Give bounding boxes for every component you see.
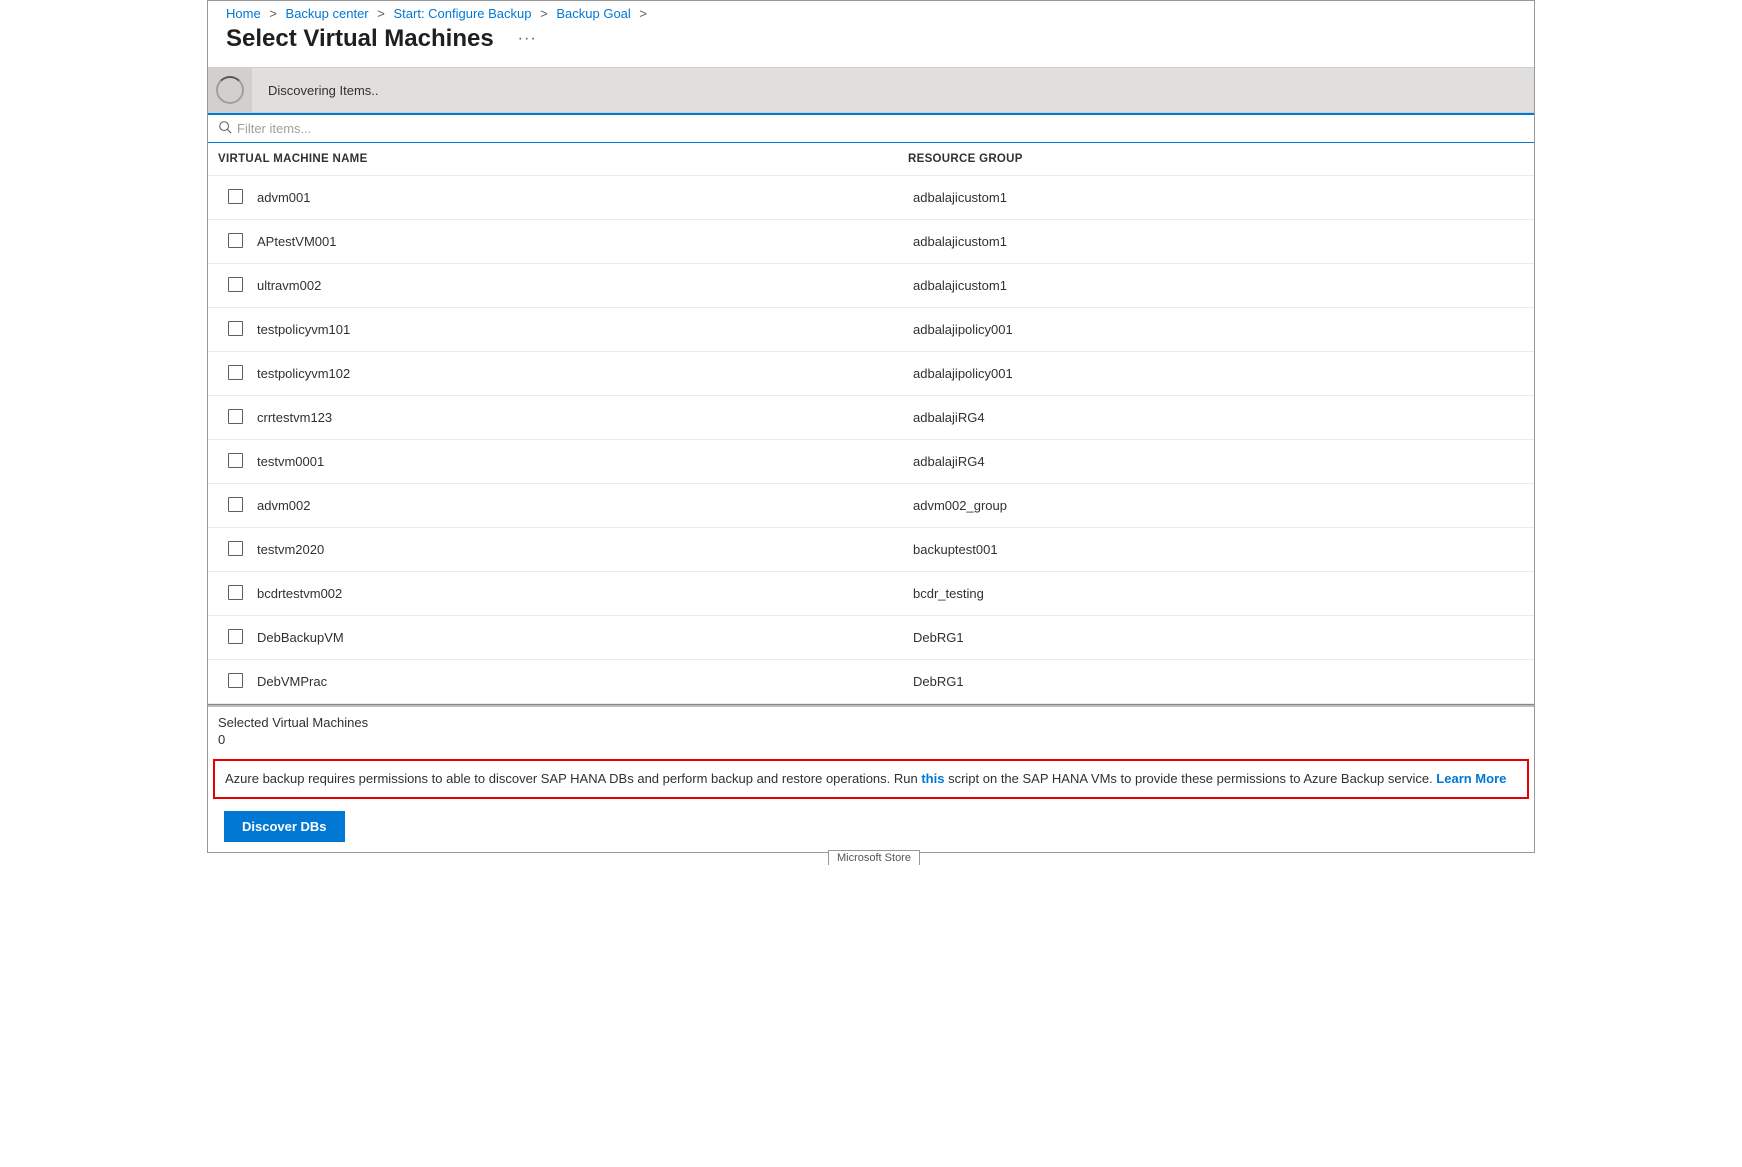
vm-name-cell: ultravm002 [257, 278, 913, 293]
resource-group-cell: adbalajiRG4 [913, 454, 1534, 469]
status-bar: Discovering Items.. [208, 67, 1534, 113]
breadcrumb-configure-backup[interactable]: Start: Configure Backup [393, 6, 531, 21]
filter-row [208, 113, 1534, 143]
discover-dbs-button[interactable]: Discover DBs [224, 811, 345, 842]
script-link[interactable]: this [921, 771, 944, 786]
page-title: Select Virtual Machines [226, 25, 494, 53]
filter-items-input[interactable] [237, 121, 1524, 136]
table-row[interactable]: APtestVM001adbalajicustom1 [208, 220, 1534, 264]
row-checkbox[interactable] [228, 453, 243, 471]
breadcrumb: Home > Backup center > Start: Configure … [208, 1, 1534, 21]
vm-name-cell: advm002 [257, 498, 913, 513]
row-checkbox[interactable] [228, 629, 243, 647]
row-checkbox[interactable] [228, 365, 243, 383]
row-checkbox[interactable] [228, 277, 243, 295]
row-checkbox[interactable] [228, 497, 243, 515]
resource-group-cell: adbalajipolicy001 [913, 366, 1534, 381]
table-row[interactable]: testvm0001adbalajiRG4 [208, 440, 1534, 484]
chevron-right-icon: > [639, 6, 647, 21]
row-checkbox[interactable] [228, 585, 243, 603]
resource-group-cell: bcdr_testing [913, 586, 1534, 601]
resource-group-cell: DebRG1 [913, 630, 1534, 645]
row-checkbox[interactable] [228, 673, 243, 691]
table-row[interactable]: ultravm002adbalajicustom1 [208, 264, 1534, 308]
permissions-notice: Azure backup requires permissions to abl… [213, 759, 1529, 799]
table-row[interactable]: testpolicyvm102adbalajipolicy001 [208, 352, 1534, 396]
vm-name-cell: testpolicyvm101 [257, 322, 913, 337]
notice-text-middle: script on the SAP HANA VMs to provide th… [944, 771, 1436, 786]
resource-group-cell: adbalajicustom1 [913, 190, 1534, 205]
status-text: Discovering Items.. [268, 83, 379, 98]
column-header-vm-name[interactable]: VIRTUAL MACHINE NAME [218, 153, 908, 165]
selected-vms-count: 0 [218, 732, 1524, 747]
row-checkbox[interactable] [228, 409, 243, 427]
row-checkbox[interactable] [228, 233, 243, 251]
vm-name-cell: APtestVM001 [257, 234, 913, 249]
taskbar-hint: Microsoft Store [828, 850, 920, 865]
table-row[interactable]: DebBackupVMDebRG1 [208, 616, 1534, 660]
vm-name-cell: bcdrtestvm002 [257, 586, 913, 601]
chevron-right-icon: > [540, 6, 548, 21]
search-icon [218, 120, 232, 137]
breadcrumb-backup-goal[interactable]: Backup Goal [556, 6, 630, 21]
vm-name-cell: testvm2020 [257, 542, 913, 557]
resource-group-cell: adbalajipolicy001 [913, 322, 1534, 337]
vm-name-cell: advm001 [257, 190, 913, 205]
table-header-row: VIRTUAL MACHINE NAME RESOURCE GROUP [208, 143, 1534, 176]
loading-spinner-icon [216, 76, 244, 104]
vm-name-cell: DebVMPrac [257, 674, 913, 689]
more-icon[interactable]: ··· [518, 30, 537, 48]
breadcrumb-home[interactable]: Home [226, 6, 261, 21]
chevron-right-icon: > [269, 6, 277, 21]
learn-more-link[interactable]: Learn More [1436, 771, 1506, 786]
row-checkbox[interactable] [228, 321, 243, 339]
breadcrumb-backup-center[interactable]: Backup center [286, 6, 369, 21]
notice-text-prefix: Azure backup requires permissions to abl… [225, 771, 921, 786]
vm-name-cell: crrtestvm123 [257, 410, 913, 425]
selected-vms-label: Selected Virtual Machines [218, 715, 1524, 730]
vm-name-cell: DebBackupVM [257, 630, 913, 645]
table-row[interactable]: testvm2020backuptest001 [208, 528, 1534, 572]
table-row[interactable]: advm001adbalajicustom1 [208, 176, 1534, 220]
row-checkbox[interactable] [228, 541, 243, 559]
spinner-container [208, 67, 252, 113]
resource-group-cell: advm002_group [913, 498, 1534, 513]
resource-group-cell: backuptest001 [913, 542, 1534, 557]
resource-group-cell: adbalajiRG4 [913, 410, 1534, 425]
vm-name-cell: testvm0001 [257, 454, 913, 469]
table-row[interactable]: crrtestvm123adbalajiRG4 [208, 396, 1534, 440]
table-row[interactable]: testpolicyvm101adbalajipolicy001 [208, 308, 1534, 352]
resource-group-cell: adbalajicustom1 [913, 234, 1534, 249]
table-row[interactable]: DebVMPracDebRG1 [208, 660, 1534, 704]
resource-group-cell: DebRG1 [913, 674, 1534, 689]
vm-name-cell: testpolicyvm102 [257, 366, 913, 381]
column-header-resource-group[interactable]: RESOURCE GROUP [908, 153, 1524, 165]
table-row[interactable]: advm002advm002_group [208, 484, 1534, 528]
resource-group-cell: adbalajicustom1 [913, 278, 1534, 293]
chevron-right-icon: > [377, 6, 385, 21]
table-row[interactable]: bcdrtestvm002bcdr_testing [208, 572, 1534, 616]
row-checkbox[interactable] [228, 189, 243, 207]
